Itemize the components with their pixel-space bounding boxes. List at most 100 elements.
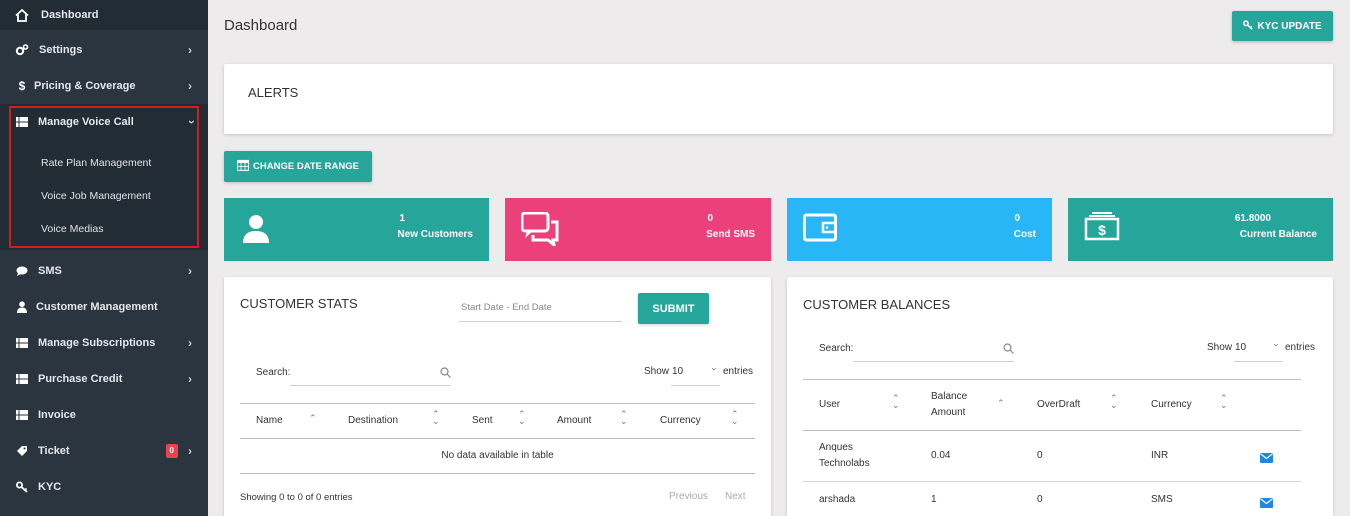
chevron-right-icon: › [188, 79, 192, 93]
cell-overdraft: 0 [1037, 450, 1043, 461]
sidebar-item-customer-management[interactable]: Customer Management [0, 289, 208, 325]
stat-label: Send SMS [706, 229, 755, 240]
sidebar-item-ticket[interactable]: Ticket 0 › [0, 433, 208, 469]
ticket-count-badge: 0 [165, 444, 178, 458]
sidebar: Dashboard Settings › $ Pricing & Coverag… [0, 0, 208, 516]
sidebar-item-dashboard[interactable]: Dashboard [0, 0, 208, 30]
column-header-balance-line2[interactable]: Amount [931, 407, 965, 418]
sidebar-item-manage-subscriptions[interactable]: Manage Subscriptions › [0, 325, 208, 361]
chat-icon [520, 211, 559, 249]
sidebar-item-label: SMS [38, 265, 62, 277]
sort-icon[interactable]: ⌃ ⌄ [1220, 394, 1228, 410]
show-label: Show [644, 366, 670, 377]
stat-value: 1 [399, 213, 405, 224]
submit-button[interactable]: SUBMIT [638, 293, 709, 324]
cell-currency: SMS [1151, 494, 1173, 505]
stat-label: Current Balance [1239, 229, 1317, 240]
sort-icon[interactable]: ⌃ ⌄ [892, 394, 900, 410]
page-size-select[interactable]: 10 [672, 366, 683, 377]
column-header-currency[interactable]: Currency [660, 415, 701, 426]
column-header-overdraft[interactable]: OverDraft [1037, 399, 1080, 410]
sidebar-item-kyc[interactable]: KYC [0, 469, 208, 505]
row-border [803, 481, 1301, 482]
sidebar-item-purchase-credit[interactable]: Purchase Credit › [0, 361, 208, 397]
sort-icon[interactable]: ⌃ ⌄ [731, 410, 739, 426]
column-header-sent[interactable]: Sent [472, 415, 493, 426]
cell-currency: INR [1151, 450, 1169, 461]
column-header-name[interactable]: Name [256, 415, 283, 426]
chevron-right-icon: › [188, 444, 192, 458]
sort-icon[interactable]: ⌃ ⌄ [1110, 394, 1118, 410]
search-input[interactable] [853, 361, 1014, 362]
empty-table-message: No data available in table [441, 450, 554, 461]
sidebar-item-label: Dashboard [41, 9, 99, 21]
table-header-border [240, 438, 755, 439]
tag-icon [15, 444, 29, 458]
chevron-right-icon: › [188, 372, 192, 386]
stat-send-sms: 0 Send SMS [505, 198, 771, 261]
list-icon [15, 336, 29, 350]
alerts-card: ALERTS [224, 64, 1333, 134]
sidebar-item-pricing[interactable]: $ Pricing & Coverage › [0, 68, 208, 104]
stat-value: 0 [707, 213, 713, 224]
stat-label: New Customers [397, 229, 473, 240]
sidebar-item-label: Settings [39, 44, 83, 56]
money-icon: $ [1084, 212, 1120, 246]
next-page-button[interactable]: Next [725, 491, 746, 502]
sort-icon[interactable]: ⌃ ⌄ [620, 410, 628, 426]
key-icon [15, 480, 29, 494]
svg-text:$: $ [1098, 222, 1106, 238]
cell-overdraft: 0 [1037, 494, 1043, 505]
column-header-balance-line1[interactable]: Balance [931, 391, 967, 402]
customer-stats-title: CUSTOMER STATS [240, 296, 358, 311]
sort-icon[interactable]: ⌃ ⌄ [518, 410, 526, 426]
column-header-user[interactable]: User [819, 399, 840, 410]
page-size-select[interactable]: 10 [1235, 342, 1246, 353]
chevron-down-icon: › [1271, 343, 1282, 347]
stat-value: 61.8000 [1234, 213, 1271, 224]
column-header-amount[interactable]: Amount [557, 415, 591, 426]
mail-icon[interactable] [1260, 450, 1273, 468]
sidebar-item-label: Purchase Credit [38, 373, 123, 385]
key-icon [1243, 19, 1254, 33]
user-icon [15, 300, 29, 314]
highlight-box [9, 106, 199, 248]
sort-icon[interactable]: ⌃ ⌄ [432, 410, 440, 426]
calendar-icon [236, 159, 250, 174]
stat-current-balance: $ 61.8000 Current Balance [1068, 198, 1333, 261]
sidebar-item-invoice[interactable]: Invoice [0, 397, 208, 433]
date-range-input[interactable]: Start Date - End Date [461, 302, 552, 313]
dollar-icon: $ [18, 79, 26, 93]
table-bottom-border [240, 473, 755, 474]
chevron-down-icon: › [709, 367, 720, 371]
sidebar-item-sms[interactable]: SMS › [0, 253, 208, 289]
cell-user: arshada [819, 494, 856, 505]
sort-asc-icon[interactable]: ⌃ [997, 398, 1005, 409]
user-icon [240, 212, 274, 246]
stat-label: Cost [1013, 229, 1036, 240]
column-header-destination[interactable]: Destination [348, 415, 398, 426]
change-date-range-button[interactable]: CHANGE DATE RANGE [224, 151, 372, 182]
list-icon [15, 408, 29, 422]
alerts-title: ALERTS [248, 85, 299, 100]
kyc-update-button[interactable]: KYC UPDATE [1232, 11, 1333, 41]
cell-balance: 1 [931, 494, 937, 505]
page-size-underline [1234, 361, 1283, 362]
sidebar-item-label: KYC [38, 481, 62, 493]
sort-asc-icon[interactable]: ⌃ [309, 413, 317, 424]
table-info: Showing 0 to 0 of 0 entries [240, 492, 353, 503]
cell-user: Anques [819, 442, 853, 453]
search-label: Search: [819, 343, 854, 354]
column-header-currency[interactable]: Currency [1151, 399, 1192, 410]
sidebar-item-settings[interactable]: Settings › [0, 32, 208, 68]
cell-user-line2: Technolabs [819, 458, 870, 469]
sidebar-item-label: Manage Subscriptions [38, 337, 156, 349]
previous-page-button[interactable]: Previous [669, 491, 708, 502]
table-top-border [803, 379, 1301, 380]
customer-balances-title: CUSTOMER BALANCES [803, 297, 951, 312]
search-input[interactable] [290, 385, 451, 386]
search-icon [440, 365, 451, 383]
entries-label: entries [1285, 342, 1316, 353]
stat-new-customers: 1 New Customers [224, 198, 489, 261]
mail-icon[interactable] [1260, 495, 1273, 513]
